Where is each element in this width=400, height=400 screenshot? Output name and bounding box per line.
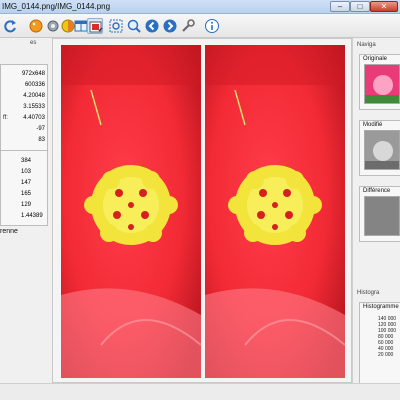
stat-value: 147 bbox=[21, 180, 32, 186]
original-thumbnail-group: Originale bbox=[359, 54, 400, 110]
status-bar bbox=[0, 383, 400, 400]
histogram-y-tick: 20 000 bbox=[378, 352, 394, 358]
stat-value: -97 bbox=[36, 126, 45, 132]
stat-row: -97 bbox=[1, 124, 47, 134]
refresh-icon[interactable] bbox=[2, 18, 18, 34]
maximize-button[interactable]: □ bbox=[350, 1, 370, 12]
stat-value: 83 bbox=[38, 137, 45, 143]
navigation-header: Naviga bbox=[357, 42, 376, 48]
stat-row: 600336 bbox=[1, 80, 47, 90]
settings-icon[interactable] bbox=[45, 18, 61, 34]
histogram-title: Histogramme bbox=[363, 304, 399, 310]
histogram-header: Histogra bbox=[357, 290, 380, 296]
statistics-footer: renne bbox=[0, 228, 18, 235]
image-viewer[interactable] bbox=[52, 38, 352, 383]
difference-thumbnail[interactable] bbox=[364, 196, 400, 236]
zoom-in-icon[interactable] bbox=[126, 18, 142, 34]
window-title: IMG_0144.png/IMG_0144.png bbox=[2, 2, 111, 11]
original-image-pane[interactable] bbox=[61, 45, 201, 378]
back-icon[interactable] bbox=[144, 18, 160, 34]
stat-row: ff: 4.40703 bbox=[1, 113, 47, 123]
modified-thumbnail-group: Modifié bbox=[359, 120, 400, 176]
stat-value: 129 bbox=[21, 202, 32, 208]
stat-row: 165 bbox=[1, 189, 47, 199]
stat-row: 4.20048 bbox=[1, 91, 47, 101]
stat-row: 83 bbox=[1, 135, 47, 145]
difference-thumbnail-group: Différence bbox=[359, 186, 400, 242]
stat-value: 600336 bbox=[24, 82, 45, 88]
stat-row: 972x648 bbox=[1, 69, 47, 79]
zoom-fit-icon[interactable] bbox=[108, 18, 124, 34]
stat-row: 147 bbox=[1, 178, 47, 188]
difference-label: Différence bbox=[363, 188, 391, 194]
stat-value: 4.20048 bbox=[23, 93, 45, 99]
info-icon[interactable] bbox=[204, 18, 220, 34]
forward-icon[interactable] bbox=[162, 18, 178, 34]
original-image bbox=[61, 45, 201, 378]
modified-image bbox=[205, 45, 345, 378]
stat-value: 384 bbox=[21, 158, 32, 164]
navigation-panel: Naviga Originale Modifié Différence Hist… bbox=[352, 38, 400, 400]
stat-value: 103 bbox=[21, 169, 32, 175]
stat-row: 103 bbox=[1, 167, 47, 177]
stat-value: 972x648 bbox=[21, 71, 45, 77]
original-thumbnail[interactable] bbox=[364, 64, 400, 104]
stat-row: 3.15533 bbox=[1, 102, 47, 112]
stat-key: ff: bbox=[3, 115, 8, 121]
stat-row: 129 bbox=[1, 200, 47, 210]
title-bar: IMG_0144.png/IMG_0144.png – □ ✕ bbox=[0, 0, 400, 14]
stat-value: 1.44389 bbox=[21, 213, 43, 219]
close-button[interactable]: ✕ bbox=[370, 1, 398, 12]
tools-icon[interactable] bbox=[180, 18, 196, 34]
stat-row: 1.44389 bbox=[1, 211, 47, 221]
stat-value: 3.15533 bbox=[23, 104, 45, 110]
statistics-group-2: 384 103 147 165 129 1.44389 bbox=[0, 150, 48, 226]
statistics-panel: es 972x648 600336 4.20048 3.15533 ff: 4.4… bbox=[0, 38, 52, 400]
toolbar bbox=[0, 14, 400, 38]
stat-value: 165 bbox=[21, 191, 32, 197]
statistics-header: es bbox=[30, 40, 37, 46]
photo-edit-icon[interactable] bbox=[87, 18, 103, 34]
palette-icon[interactable] bbox=[28, 18, 44, 34]
originale-label: Originale bbox=[363, 56, 388, 62]
modified-thumbnail[interactable] bbox=[364, 130, 400, 170]
modified-image-pane[interactable] bbox=[205, 45, 345, 378]
stat-row: 384 bbox=[1, 156, 47, 166]
modifie-label: Modifié bbox=[363, 122, 383, 128]
minimize-button[interactable]: – bbox=[330, 1, 350, 12]
stat-value: 4.40703 bbox=[23, 115, 45, 121]
